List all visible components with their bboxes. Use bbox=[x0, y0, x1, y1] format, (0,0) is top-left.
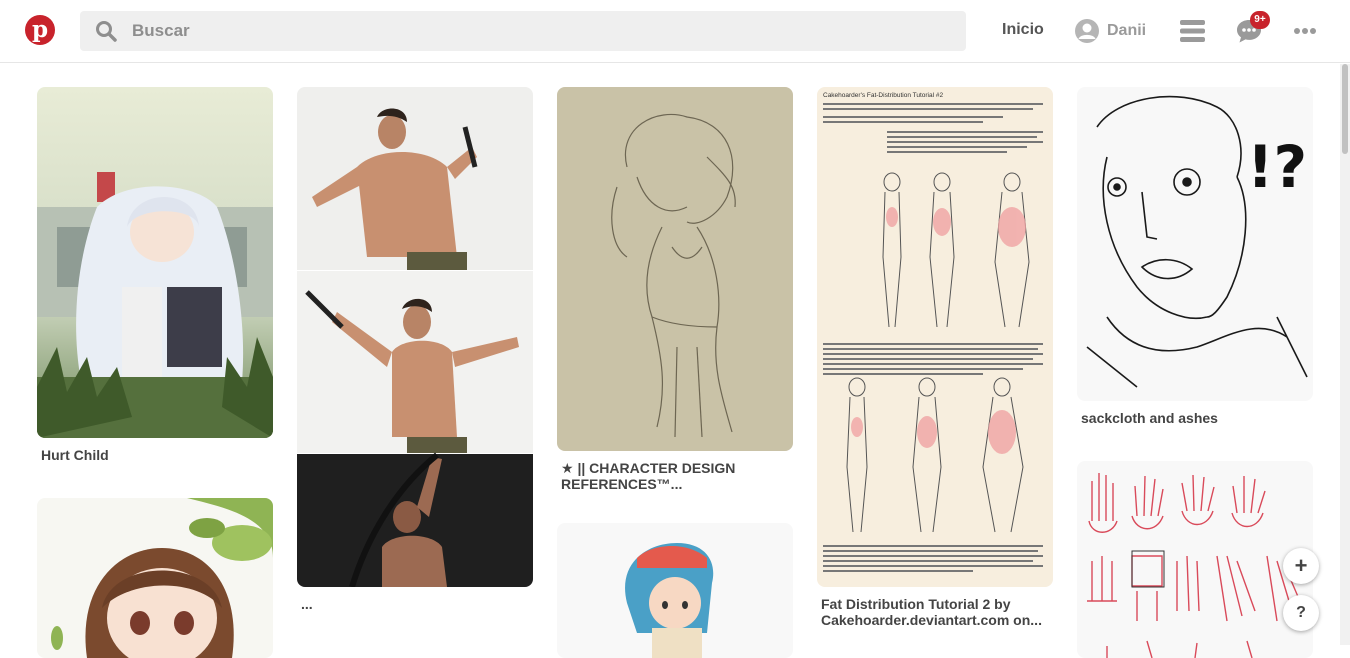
pin-caption[interactable]: ★ || CHARACTER DESIGN REFERENCES™... bbox=[561, 460, 789, 492]
pinterest-logo[interactable]: p bbox=[25, 15, 55, 45]
home-link[interactable]: Inicio bbox=[1002, 21, 1044, 39]
help-button[interactable]: ? bbox=[1283, 595, 1319, 631]
page-scrollbar[interactable] bbox=[1340, 64, 1350, 645]
pin-image-anime-girl[interactable] bbox=[37, 87, 273, 438]
pin-image-tutorial[interactable]: Cakehoarder's Fat-Distribution Tutorial … bbox=[817, 87, 1053, 587]
photo-collage bbox=[297, 87, 533, 587]
top-bar: p Inicio Danii 9+ bbox=[0, 0, 1350, 63]
pin-image-man-knife-collage[interactable] bbox=[297, 87, 533, 587]
anime-girl-illustration bbox=[37, 87, 273, 438]
profile-link[interactable]: Danii bbox=[1074, 17, 1146, 45]
pin-caption[interactable]: Fat Distribution Tutorial 2 by Cakehoard… bbox=[821, 596, 1049, 628]
user-avatar-icon bbox=[1075, 19, 1099, 43]
svg-text:!?: !? bbox=[1247, 133, 1307, 201]
search-icon bbox=[96, 21, 117, 42]
pin-image-anime-girl-2[interactable] bbox=[37, 498, 273, 658]
hamburger-menu-icon[interactable] bbox=[1180, 19, 1205, 43]
chibi-illustration bbox=[557, 523, 793, 658]
anatomy-tutorial-sheet: Cakehoarder's Fat-Distribution Tutorial … bbox=[817, 87, 1053, 587]
search-input[interactable] bbox=[132, 11, 932, 51]
pin-image-hand-studies[interactable] bbox=[1077, 461, 1313, 658]
hand-sketch-studies bbox=[1077, 461, 1313, 658]
profile-username: Danii bbox=[1107, 22, 1147, 39]
ink-face-sketch: !? bbox=[1077, 87, 1313, 401]
notification-badge: 9+ bbox=[1250, 11, 1270, 29]
more-dots-icon[interactable] bbox=[1293, 27, 1317, 35]
anime-girl-portrait bbox=[37, 498, 273, 658]
pin-image-chibi-character[interactable] bbox=[557, 523, 793, 658]
search-bar[interactable] bbox=[80, 11, 966, 51]
pencil-sketch bbox=[557, 87, 793, 451]
pin-caption[interactable]: ... bbox=[301, 596, 529, 612]
pin-image-ink-sketch[interactable]: !? bbox=[1077, 87, 1313, 401]
pin-image-sketch-woman[interactable] bbox=[557, 87, 793, 451]
pin-caption[interactable]: sackcloth and ashes bbox=[1081, 410, 1309, 426]
scrollbar-thumb[interactable] bbox=[1342, 64, 1348, 154]
add-pin-button[interactable]: + bbox=[1283, 548, 1319, 584]
tutorial-title: Cakehoarder's Fat-Distribution Tutorial … bbox=[823, 92, 943, 99]
pin-caption[interactable]: Hurt Child bbox=[41, 447, 269, 463]
